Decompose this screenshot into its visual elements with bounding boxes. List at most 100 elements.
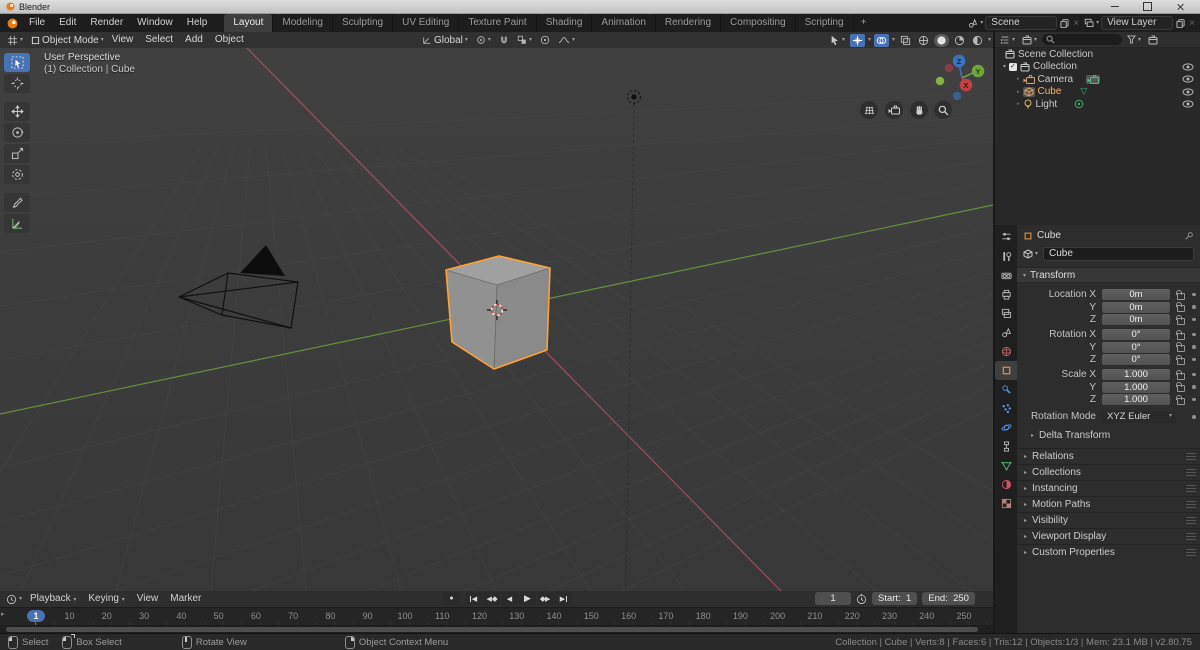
workspace-tab-rendering[interactable]: Rendering (654, 14, 720, 32)
scale-y-field[interactable]: 1.000 (1102, 381, 1170, 393)
tab-material[interactable] (995, 475, 1017, 494)
lock-icon[interactable] (1175, 302, 1185, 312)
menu-keying[interactable]: Keying ▾ (82, 591, 130, 607)
scale-x-field[interactable]: 1.000 (1102, 369, 1170, 380)
cube-object[interactable] (445, 255, 551, 370)
menu-marker[interactable]: Marker (164, 591, 207, 607)
menu-object[interactable]: Object (209, 32, 250, 48)
overlays-toggle[interactable] (874, 33, 890, 47)
axis-neg-x-ball[interactable] (944, 63, 954, 73)
next-keyframe-button[interactable]: ▶ (537, 592, 554, 605)
tab-render[interactable] (995, 266, 1017, 285)
panel-visibility[interactable]: ▸ Visibility (1017, 511, 1200, 528)
menu-window[interactable]: Window (130, 14, 180, 32)
outliner-search-input[interactable] (1042, 34, 1123, 45)
delta-transform-subpanel[interactable]: ▸ Delta Transform (1017, 425, 1200, 446)
outliner-row-collection[interactable]: ▾ ✓ Collection (995, 61, 1200, 74)
view-layer-selector[interactable]: ▾ View Layer × (1084, 16, 1196, 30)
pin-icon[interactable] (1184, 231, 1194, 241)
properties-editor-type-button[interactable] (995, 225, 1017, 247)
tool-scale[interactable] (4, 144, 30, 163)
id-type-button[interactable]: ▾ (1021, 248, 1040, 260)
menu-view[interactable]: View (131, 591, 165, 607)
timeline-ruler[interactable]: 1 10 20 30 40 50 60 70 80 90 100 110 120 130 140 150 16… (0, 607, 993, 626)
tab-view-layer[interactable] (995, 304, 1017, 323)
pan-view-button[interactable] (910, 101, 928, 119)
unlink-scene-button[interactable]: × (1072, 18, 1080, 29)
eye-icon[interactable] (1182, 88, 1194, 96)
timeline-editor-type-button[interactable]: ▾ (4, 593, 24, 606)
menu-select[interactable]: Select (139, 32, 179, 48)
location-y-field[interactable]: 0m (1102, 301, 1170, 313)
panel-custom-properties[interactable]: ▸ Custom Properties (1017, 543, 1200, 560)
new-scene-button[interactable] (1059, 19, 1070, 28)
panel-grip[interactable] (1186, 548, 1196, 556)
play-reverse-button[interactable]: ◀ (501, 592, 518, 605)
xray-toggle[interactable] (898, 34, 913, 47)
scale-z-field[interactable]: 1.000 (1102, 394, 1170, 405)
gizmos-toggle[interactable] (850, 33, 866, 47)
tab-object-data[interactable] (995, 456, 1017, 475)
workspace-tab-layout[interactable]: Layout (224, 14, 273, 32)
lock-icon[interactable] (1175, 354, 1185, 365)
toggle-projection-button[interactable] (860, 101, 878, 119)
workspace-tab-scripting[interactable]: Scripting (794, 14, 853, 32)
workspace-tab-sculpting[interactable]: Sculpting (331, 14, 392, 32)
lock-icon[interactable] (1175, 382, 1185, 392)
lock-icon[interactable] (1175, 394, 1185, 405)
jump-to-start-button[interactable]: ◀ (465, 592, 482, 605)
tool-move[interactable] (4, 102, 30, 121)
panel-grip[interactable] (1186, 452, 1196, 460)
jump-to-end-button[interactable]: ▶ (555, 592, 572, 605)
menu-render[interactable]: Render (83, 14, 130, 32)
object-name-field[interactable]: Cube (1043, 247, 1194, 261)
blender-menu-icon[interactable] (0, 18, 22, 29)
lock-icon[interactable] (1175, 369, 1185, 380)
outliner-row-light[interactable]: ▸ Light (995, 98, 1200, 111)
pivot-point-dropdown[interactable]: ▾ (474, 34, 493, 46)
expand-arrow-icon[interactable]: ▸ (1017, 76, 1020, 82)
outliner-display-mode-button[interactable]: ▾ (1020, 34, 1039, 46)
viewport-canvas[interactable]: Z Y X (0, 48, 993, 591)
frame-end-field[interactable]: End: 250 (922, 592, 975, 605)
animate-dot[interactable] (1192, 415, 1196, 419)
location-x-field[interactable]: 0m (1102, 289, 1170, 300)
animate-dot[interactable] (1192, 385, 1196, 389)
tab-particles[interactable] (995, 399, 1017, 418)
tool-select-box[interactable] (4, 53, 30, 72)
menu-edit[interactable]: Edit (52, 14, 83, 32)
axis-neg-y-ball[interactable] (935, 76, 945, 86)
outliner-editor-type-button[interactable]: ▾ (998, 34, 1017, 46)
view-layer-name-field[interactable]: View Layer (1101, 16, 1174, 30)
panel-grip[interactable] (1186, 468, 1196, 476)
maximize-button[interactable] (1143, 2, 1152, 11)
panel-viewport-display[interactable]: ▸ Viewport Display (1017, 527, 1200, 544)
lock-icon[interactable] (1175, 329, 1185, 340)
panel-relations[interactable]: ▸ Relations (1017, 447, 1200, 464)
workspace-tab-texture-paint[interactable]: Texture Paint (458, 14, 535, 32)
snap-toggle[interactable] (497, 34, 511, 46)
lock-icon[interactable] (1175, 342, 1185, 352)
tab-world[interactable] (995, 342, 1017, 361)
tab-scene[interactable] (995, 323, 1017, 342)
menu-add[interactable]: Add (179, 32, 209, 48)
animate-dot[interactable] (1192, 305, 1196, 309)
tab-object[interactable] (995, 361, 1017, 380)
object-type-visibility-dropdown[interactable]: ▾ (828, 34, 847, 47)
transform-orientation-dropdown[interactable]: Global ▾ (420, 34, 470, 47)
expand-arrow-icon[interactable]: ▾ (1003, 63, 1006, 70)
scene-name-field[interactable]: Scene (985, 16, 1058, 30)
auto-keyframe-button[interactable]: ● (443, 592, 460, 605)
shading-material-button[interactable] (952, 34, 967, 47)
scene-selector[interactable]: ▾ Scene × (968, 16, 1080, 30)
location-z-field[interactable]: 0m (1102, 314, 1170, 325)
animate-dot[interactable] (1192, 317, 1196, 321)
panel-grip[interactable] (1186, 516, 1196, 524)
camera-view-button[interactable] (885, 101, 903, 119)
tab-modifiers[interactable] (995, 380, 1017, 399)
animate-dot[interactable] (1192, 397, 1196, 401)
minimize-button[interactable] (1111, 5, 1119, 8)
shading-dropdown[interactable]: ▾ (988, 37, 991, 43)
editor-type-button[interactable]: ▾ (5, 34, 25, 47)
shading-solid-button[interactable] (934, 33, 950, 47)
